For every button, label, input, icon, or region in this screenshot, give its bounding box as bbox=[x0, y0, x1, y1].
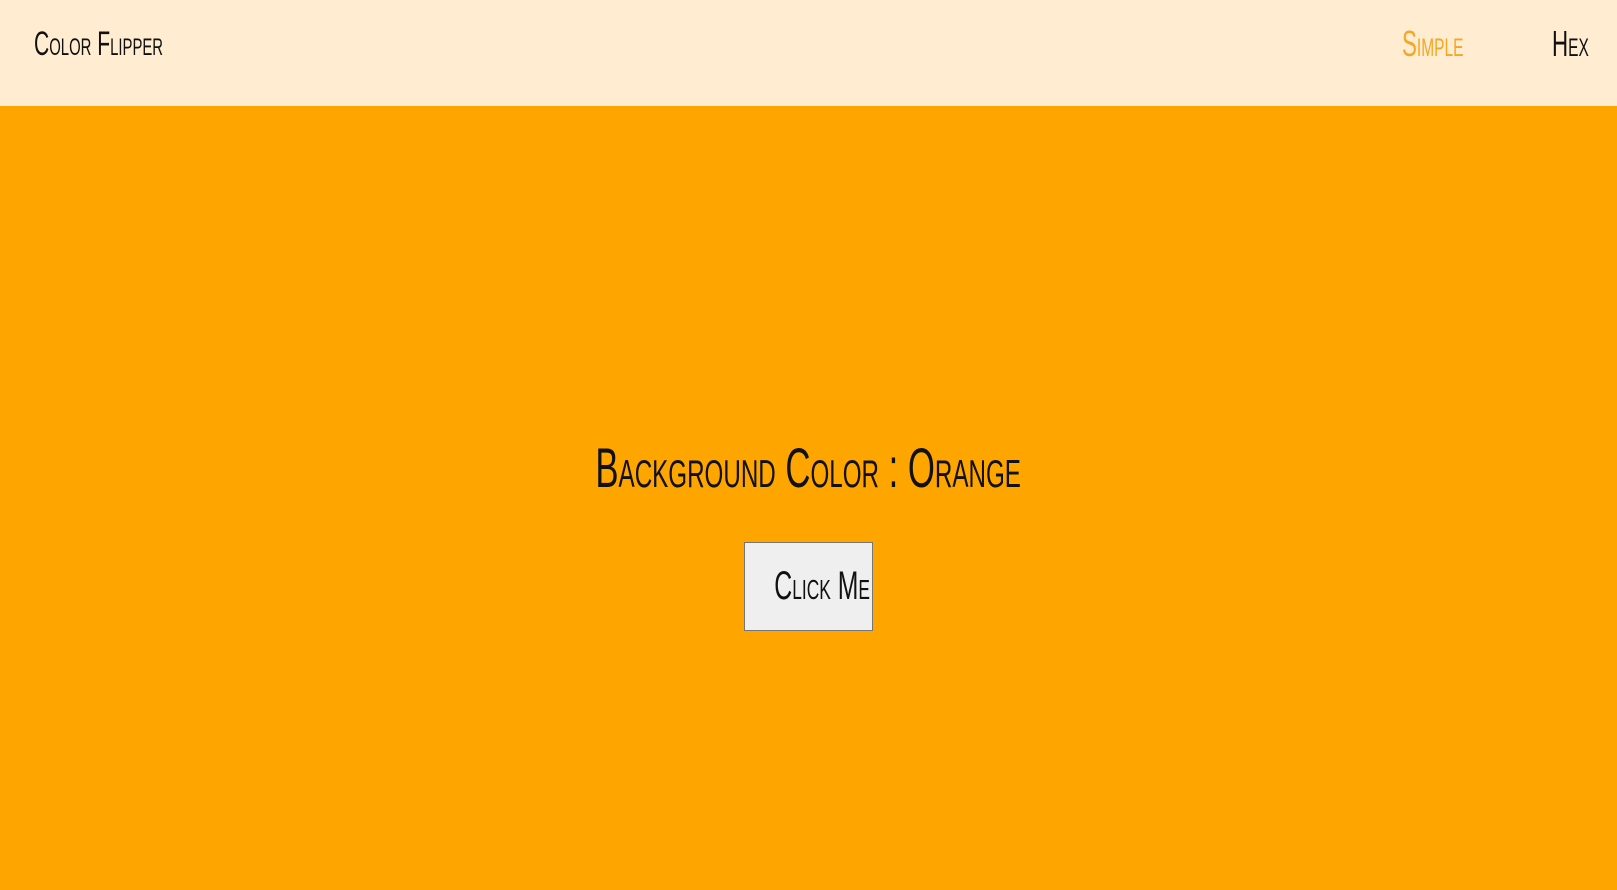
color-heading: Background Color : Orange bbox=[0, 436, 1617, 500]
click-me-button-label: Click Me bbox=[774, 564, 870, 608]
color-heading-prefix: Background Color : bbox=[595, 436, 909, 499]
click-me-button[interactable]: Click Me bbox=[744, 542, 873, 631]
nav-link-hex[interactable]: Hex bbox=[1552, 24, 1589, 64]
main-content: Background Color : Orange Click Me bbox=[0, 106, 1617, 890]
color-heading-text: Background Color : Orange bbox=[596, 436, 1022, 500]
brand-title: Color Flipper bbox=[34, 25, 164, 63]
color-name: Orange bbox=[908, 436, 1022, 499]
navbar: Color Flipper Simple Hex bbox=[0, 0, 1617, 106]
nav-link-simple[interactable]: Simple bbox=[1402, 24, 1463, 64]
